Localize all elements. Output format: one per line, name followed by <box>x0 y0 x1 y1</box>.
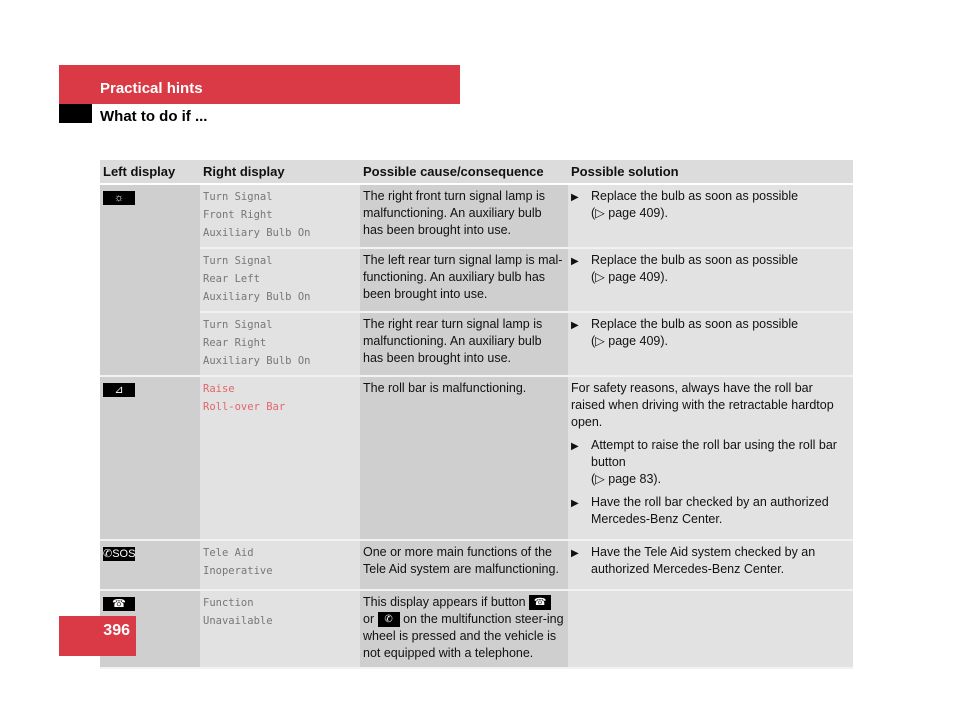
cause-text: The roll bar is malfunctioning. <box>363 381 527 395</box>
table-row: ✆SOS Tele Aid Inoperative One or more main … <box>100 540 853 591</box>
display-text-line: Inoperative <box>203 565 273 577</box>
table-row: Turn Signal Rear Right Auxiliary Bulb On Th… <box>100 312 853 377</box>
table-row: ☼ Turn Signal Front Right Auxiliary Bulb On… <box>100 184 853 377</box>
bullet-arrow-icon: ▶ <box>571 441 579 452</box>
step-text: Attempt to raise the roll bar using the … <box>591 438 837 469</box>
table-row: ⊿ Raise Roll-over Bar The roll bar is malfu… <box>100 376 853 541</box>
solution-cell <box>568 590 853 669</box>
solution-cell: ▶ Replace the bulb as soon as possible (▷ … <box>568 312 853 377</box>
solution-step-text: Attempt to raise the roll bar using the … <box>591 437 850 488</box>
display-text-line: Rear Right <box>203 337 267 349</box>
solution-cell: For safety reasons, always have the roll… <box>568 376 853 541</box>
page-number: 396 <box>103 622 130 639</box>
left-display-cell: ✆SOS <box>100 540 200 591</box>
right-display-cell: Function Unavailable <box>200 590 360 669</box>
right-display-cell: Raise Roll-over Bar <box>200 376 360 541</box>
col-header-right-display: Right display <box>200 160 360 185</box>
solution-cell: ▶ Have the Tele Aid system checked by an … <box>568 540 853 591</box>
display-text-line: Rear Left <box>203 273 260 285</box>
solution-step-text: Replace the bulb as soon as possible (▷ p… <box>591 316 798 350</box>
cause-cell: The roll bar is malfunctioning. <box>360 376 568 541</box>
display-text-line: Auxiliary Bulb On <box>203 291 311 303</box>
page-reference: (▷ page 83). <box>591 472 662 486</box>
col-header-solution: Possible solution <box>568 160 853 185</box>
solution-step-text: Have the Tele Aid system checked by an a… <box>591 544 850 578</box>
phone-hang-up-icon: ☎ <box>529 595 552 611</box>
display-text-line: Function <box>203 597 254 609</box>
right-display-cell: Turn Signal Front Right Auxiliary Bulb On <box>200 184 360 249</box>
solution-cell: ▶ Replace the bulb as soon as possible (▷ … <box>568 248 853 313</box>
display-text-line: Auxiliary Bulb On <box>203 355 311 367</box>
col-header-left-display: Left display <box>100 160 200 185</box>
cause-cell: The right rear turn signal lamp is malfu… <box>360 312 568 377</box>
right-display-cell: Turn Signal Rear Right Auxiliary Bulb On <box>200 312 360 377</box>
step-text: Replace the bulb as soon as possible <box>591 317 799 331</box>
table-row: ☎ Function Unavailable This display appears… <box>100 590 853 669</box>
solution-step-text: Have the roll bar checked by an authoriz… <box>591 494 850 528</box>
col-header-cause: Possible cause/consequence <box>360 160 568 185</box>
bullet-arrow-icon: ▶ <box>571 548 579 559</box>
roll-bar-icon: ⊿ <box>103 383 135 397</box>
cause-cell: The right front turn signal lamp is malf… <box>360 184 568 249</box>
cause-cell: One or more main functions of the Tele A… <box>360 540 568 591</box>
display-text-line: Unavailable <box>203 615 273 627</box>
step-text: Have the Tele Aid system checked by an a… <box>591 545 816 576</box>
solution-step: ▶ Have the Tele Aid system checked by an … <box>571 544 850 578</box>
subsection-marker <box>59 104 92 123</box>
cause-text: The right rear turn signal lamp is malfu… <box>363 317 543 365</box>
solution-intro: For safety reasons, always have the roll… <box>571 381 834 429</box>
turn-signal-bulb-icon: ☼ <box>103 191 135 205</box>
display-text-line: Turn Signal <box>203 191 273 203</box>
phone-pick-up-icon: ✆ <box>377 612 400 628</box>
page-number-tab: 396 <box>59 616 136 656</box>
display-text-line: Roll-over Bar <box>203 401 286 413</box>
left-display-cell: ⊿ <box>100 376 200 541</box>
solution-step: ▶ Replace the bulb as soon as possible (▷ … <box>571 316 850 350</box>
step-text: Replace the bulb as soon as possible <box>591 189 799 203</box>
cause-text: The left rear turn signal lamp is mal-fu… <box>363 253 563 301</box>
display-text-line: Tele Aid <box>203 547 254 559</box>
page-reference: (▷ page 409). <box>591 270 669 284</box>
cause-cell: The left rear turn signal lamp is mal-fu… <box>360 248 568 313</box>
bullet-arrow-icon: ▶ <box>571 256 579 267</box>
solution-step: ▶ Replace the bulb as soon as possible (▷ … <box>571 252 850 286</box>
solution-step: ▶ Attempt to raise the roll bar using the… <box>571 437 850 488</box>
page-reference: (▷ page 409). <box>591 206 669 220</box>
step-text: Have the roll bar checked by an authoriz… <box>591 495 829 526</box>
bullet-arrow-icon: ▶ <box>571 192 579 203</box>
page-reference: (▷ page 409). <box>591 334 669 348</box>
step-text: Replace the bulb as soon as possible <box>591 253 799 267</box>
display-messages-table: Left display Right display Possible caus… <box>100 160 853 669</box>
solution-cell: ▶ Replace the bulb as soon as possible (▷ … <box>568 184 853 249</box>
bullet-arrow-icon: ▶ <box>571 320 579 331</box>
cause-text: One or more main functions of the Tele A… <box>363 545 559 576</box>
left-display-cell: ☼ <box>100 184 200 377</box>
cause-text: The right front turn signal lamp is malf… <box>363 189 546 237</box>
table-row: Turn Signal Rear Left Auxiliary Bulb On The… <box>100 248 853 313</box>
table-header-row: Left display Right display Possible caus… <box>100 160 853 185</box>
display-text-line: Raise <box>203 383 235 395</box>
cause-text: This display appears if button <box>363 595 530 609</box>
solution-step: ▶ Replace the bulb as soon as possible (▷ … <box>571 188 850 222</box>
cause-text: or <box>363 612 378 626</box>
display-text-line: Turn Signal <box>203 255 273 267</box>
tele-aid-sos-icon: ✆SOS <box>103 547 136 561</box>
solution-step-text: Replace the bulb as soon as possible (▷ p… <box>591 188 798 222</box>
subsection-title: What to do if ... <box>100 108 208 125</box>
cause-cell: This display appears if button ☎ or ✆ on… <box>360 590 568 669</box>
display-text-line: Auxiliary Bulb On <box>203 227 311 239</box>
right-display-cell: Tele Aid Inoperative <box>200 540 360 591</box>
right-display-cell: Turn Signal Rear Left Auxiliary Bulb On <box>200 248 360 313</box>
display-text-line: Turn Signal <box>203 319 273 331</box>
solution-step: ▶ Have the roll bar checked by an authori… <box>571 494 850 528</box>
bullet-arrow-icon: ▶ <box>571 498 579 509</box>
display-text-line: Front Right <box>203 209 273 221</box>
phone-hang-up-icon: ☎ <box>103 597 135 611</box>
section-title: Practical hints <box>100 80 203 97</box>
solution-step-text: Replace the bulb as soon as possible (▷ p… <box>591 252 798 286</box>
